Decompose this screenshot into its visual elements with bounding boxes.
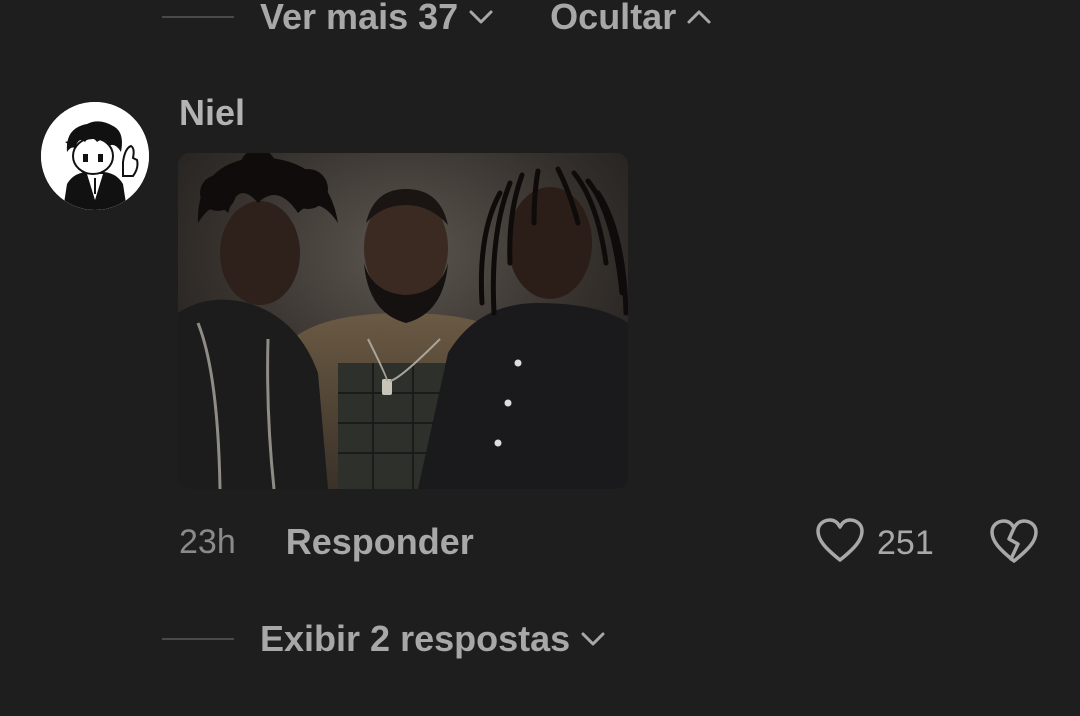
comment-timestamp: 23h	[179, 522, 236, 561]
thread-controls-bottom: Exibir 2 respostas	[162, 614, 606, 664]
like-button[interactable]: 251	[815, 517, 934, 569]
thread-line	[162, 638, 234, 640]
like-count: 251	[877, 523, 934, 562]
comment-thread-page: Ver mais 37 Ocultar Niel 23h Responder 2…	[0, 0, 1080, 716]
see-more-label: Ver mais 37	[260, 0, 459, 37]
reply-button[interactable]: Responder	[286, 521, 474, 563]
thread-controls-top: Ver mais 37 Ocultar	[162, 0, 712, 42]
comment-image[interactable]	[178, 153, 628, 489]
avatar[interactable]	[41, 102, 149, 210]
see-more-button[interactable]: Ver mais 37	[260, 0, 494, 38]
hide-label: Ocultar	[550, 0, 677, 37]
comment-meta-row: 23h Responder	[179, 518, 474, 566]
broken-heart-icon	[989, 518, 1039, 570]
chevron-down-icon	[580, 631, 606, 647]
cartoon-avatar-icon	[41, 102, 149, 210]
chevron-up-icon	[686, 9, 712, 25]
photo-image	[178, 153, 628, 489]
thread-line	[162, 16, 234, 18]
comment-username[interactable]: Niel	[179, 92, 245, 134]
dislike-button[interactable]	[988, 518, 1040, 570]
show-replies-button[interactable]: Exibir 2 respostas	[260, 618, 606, 660]
chevron-down-icon	[468, 9, 494, 25]
hide-replies-button[interactable]: Ocultar	[550, 0, 712, 38]
heart-icon	[815, 517, 865, 569]
show-replies-label: Exibir 2 respostas	[260, 618, 571, 659]
